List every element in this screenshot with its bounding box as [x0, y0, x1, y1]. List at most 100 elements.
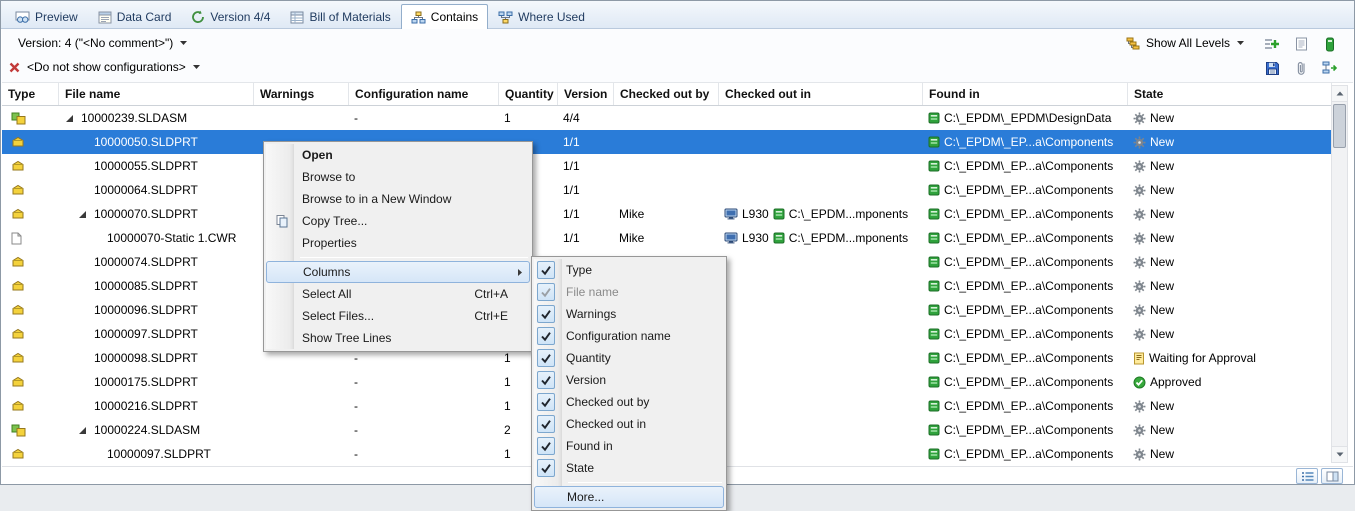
cell-filename: 10000097.SLDPRT — [59, 442, 254, 466]
attachments-button[interactable] — [1290, 58, 1312, 78]
tab-preview[interactable]: Preview — [5, 4, 88, 29]
open-file-list-button[interactable] — [1290, 34, 1312, 54]
cell-checked-out-in — [719, 442, 923, 466]
vault-icon — [928, 232, 940, 244]
columns-submenu-item-quantity[interactable]: Quantity — [534, 347, 724, 369]
column-header-checked-out-in[interactable]: Checked out in — [719, 83, 923, 105]
file-name: 10000064.SLDPRT — [94, 183, 198, 197]
vault-icon — [773, 232, 785, 244]
configurations-selector[interactable]: <Do not show configurations> — [8, 60, 201, 74]
show-all-levels-dropdown[interactable]: Show All Levels — [1126, 36, 1245, 50]
found-in-path: C:\_EPDM\_EP...a\Components — [944, 255, 1113, 269]
column-header-warnings[interactable]: Warnings — [254, 83, 349, 105]
part-icon — [11, 304, 25, 316]
column-header-state[interactable]: State — [1128, 83, 1332, 105]
state-new-icon — [1133, 304, 1146, 317]
scroll-up-icon — [1336, 91, 1344, 96]
tab-contains[interactable]: Contains — [401, 4, 488, 29]
menu-item-label: Warnings — [566, 307, 616, 321]
column-header-file-name[interactable]: File name — [59, 83, 254, 105]
table-row[interactable]: 10000064.SLDPRT1/1C:\_EPDM\_EP...a\Compo… — [2, 178, 1332, 202]
columns-submenu-item-file-name[interactable]: File name — [534, 281, 724, 303]
table-header: TypeFile nameWarningsConfiguration name Q… — [2, 83, 1332, 106]
expander-icon[interactable] — [78, 426, 90, 435]
value: 1 — [504, 399, 511, 413]
column-header-found-in[interactable]: Found in — [923, 83, 1128, 105]
value: 4/4 — [563, 111, 580, 125]
column-header-version[interactable]: Version — [558, 83, 614, 105]
cell-checked-out-in — [719, 130, 923, 154]
tab-where-used[interactable]: Where Used — [488, 4, 595, 29]
columns-submenu-item-more[interactable]: More... — [534, 486, 724, 508]
value: 1/1 — [563, 207, 580, 221]
context-menu-item-select-all[interactable]: Select AllCtrl+A — [266, 283, 530, 305]
context-menu-item-properties[interactable]: Properties — [266, 232, 530, 254]
menu-item-label: Properties — [302, 236, 357, 250]
state-label: New — [1150, 399, 1174, 413]
header-label: Checked out by — [620, 87, 709, 101]
context-menu-item-select-files[interactable]: Select Files...Ctrl+E — [266, 305, 530, 327]
menu-item-label: Quantity — [566, 351, 611, 365]
columns-submenu-item-configuration-name[interactable]: Configuration name — [534, 325, 724, 347]
table-row[interactable]: 10000070.SLDPRT1/1MikeL930C:\_EPDM...mpo… — [2, 202, 1332, 226]
add-file-button[interactable] — [1261, 34, 1283, 54]
expander-icon[interactable] — [65, 114, 77, 123]
cell-type — [2, 202, 59, 226]
cell-version: 1/1 — [558, 202, 614, 226]
state-label: New — [1150, 279, 1174, 293]
cell-found-in: C:\_EPDM\_EP...a\Components — [923, 274, 1128, 298]
context-menu-item-browse-to-in-a-new-window[interactable]: Browse to in a New Window — [266, 188, 530, 210]
context-menu-item-browse-to[interactable]: Browse to — [266, 166, 530, 188]
where-used-icon — [498, 11, 513, 24]
tab-data-card[interactable]: Data Card — [88, 4, 182, 29]
table-row[interactable]: 10000070-Static 1.CWR1/1MikeL930C:\_EPDM… — [2, 226, 1332, 250]
columns-submenu-item-found-in[interactable]: Found in — [534, 435, 724, 457]
table-row[interactable]: 10000239.SLDASM-14/4C:\_EPDM\_EPDM\Desig… — [2, 106, 1332, 130]
context-menu-item-columns[interactable]: Columns — [266, 261, 530, 283]
column-header-type[interactable]: Type — [2, 83, 59, 105]
cell-filename: 10000074.SLDPRT — [59, 250, 254, 274]
tab-version-4-4[interactable]: Version 4/4 — [181, 4, 280, 29]
value: - — [354, 111, 358, 125]
preview-pane-button[interactable] — [1321, 468, 1343, 484]
table-row[interactable]: 10000055.SLDPRT1/1C:\_EPDM\_EP...a\Compo… — [2, 154, 1332, 178]
tab-bill-of-materials[interactable]: Bill of Materials — [280, 4, 400, 29]
cell-found-in: C:\_EPDM\_EP...a\Components — [923, 346, 1128, 370]
vault-column-button[interactable] — [1319, 34, 1341, 54]
save-file-list-button[interactable] — [1261, 58, 1283, 78]
columns-submenu-item-checked-out-in[interactable]: Checked out in — [534, 413, 724, 435]
context-menu-item-open[interactable]: Open — [266, 144, 530, 166]
column-header-quantity[interactable]: Quantity — [499, 83, 558, 105]
column-header-checked-out-by[interactable]: Checked out by — [614, 83, 719, 105]
cell-filename: 10000085.SLDPRT — [59, 274, 254, 298]
scroll-down-icon — [1336, 452, 1344, 457]
list-view-button[interactable] — [1296, 468, 1318, 484]
columns-submenu-item-checked-out-by[interactable]: Checked out by — [534, 391, 724, 413]
columns-submenu-item-warnings[interactable]: Warnings — [534, 303, 724, 325]
table-row[interactable]: 10000050.SLDPRT1/1C:\_EPDM\_EP...a\Compo… — [2, 130, 1332, 154]
cell-found-in: C:\_EPDM\_EP...a\Components — [923, 154, 1128, 178]
columns-submenu-item-version[interactable]: Version — [534, 369, 724, 391]
state-label: New — [1150, 423, 1174, 437]
expander-icon[interactable] — [78, 210, 90, 219]
cell-state: New — [1128, 106, 1332, 130]
scrollbar-thumb[interactable] — [1333, 104, 1346, 148]
columns-submenu-item-state[interactable]: State — [534, 457, 724, 479]
cell-version: 4/4 — [558, 106, 614, 130]
scroll-up-button[interactable] — [1332, 86, 1347, 102]
value: - — [354, 351, 358, 365]
scroll-down-button[interactable] — [1332, 446, 1347, 462]
found-in-path: C:\_EPDM\_EP...a\Components — [944, 183, 1113, 197]
menu-item-label: Browse to — [302, 170, 355, 184]
version-selector[interactable]: Version: 4 ("<No comment>") — [18, 36, 188, 50]
context-menu-item-copy-tree[interactable]: Copy Tree... — [266, 210, 530, 232]
vertical-scrollbar[interactable] — [1331, 85, 1348, 463]
header-label: Quantity — [505, 87, 554, 101]
context-menu-item-show-tree-lines[interactable]: Show Tree Lines — [266, 327, 530, 349]
state-new-icon — [1133, 424, 1146, 437]
columns-submenu-item-type[interactable]: Type — [534, 259, 724, 281]
cell-found-in: C:\_EPDM\_EP...a\Components — [923, 394, 1128, 418]
state-new-icon — [1133, 232, 1146, 245]
column-header-configuration-name[interactable]: Configuration name — [349, 83, 499, 105]
export-tree-button[interactable] — [1319, 58, 1341, 78]
